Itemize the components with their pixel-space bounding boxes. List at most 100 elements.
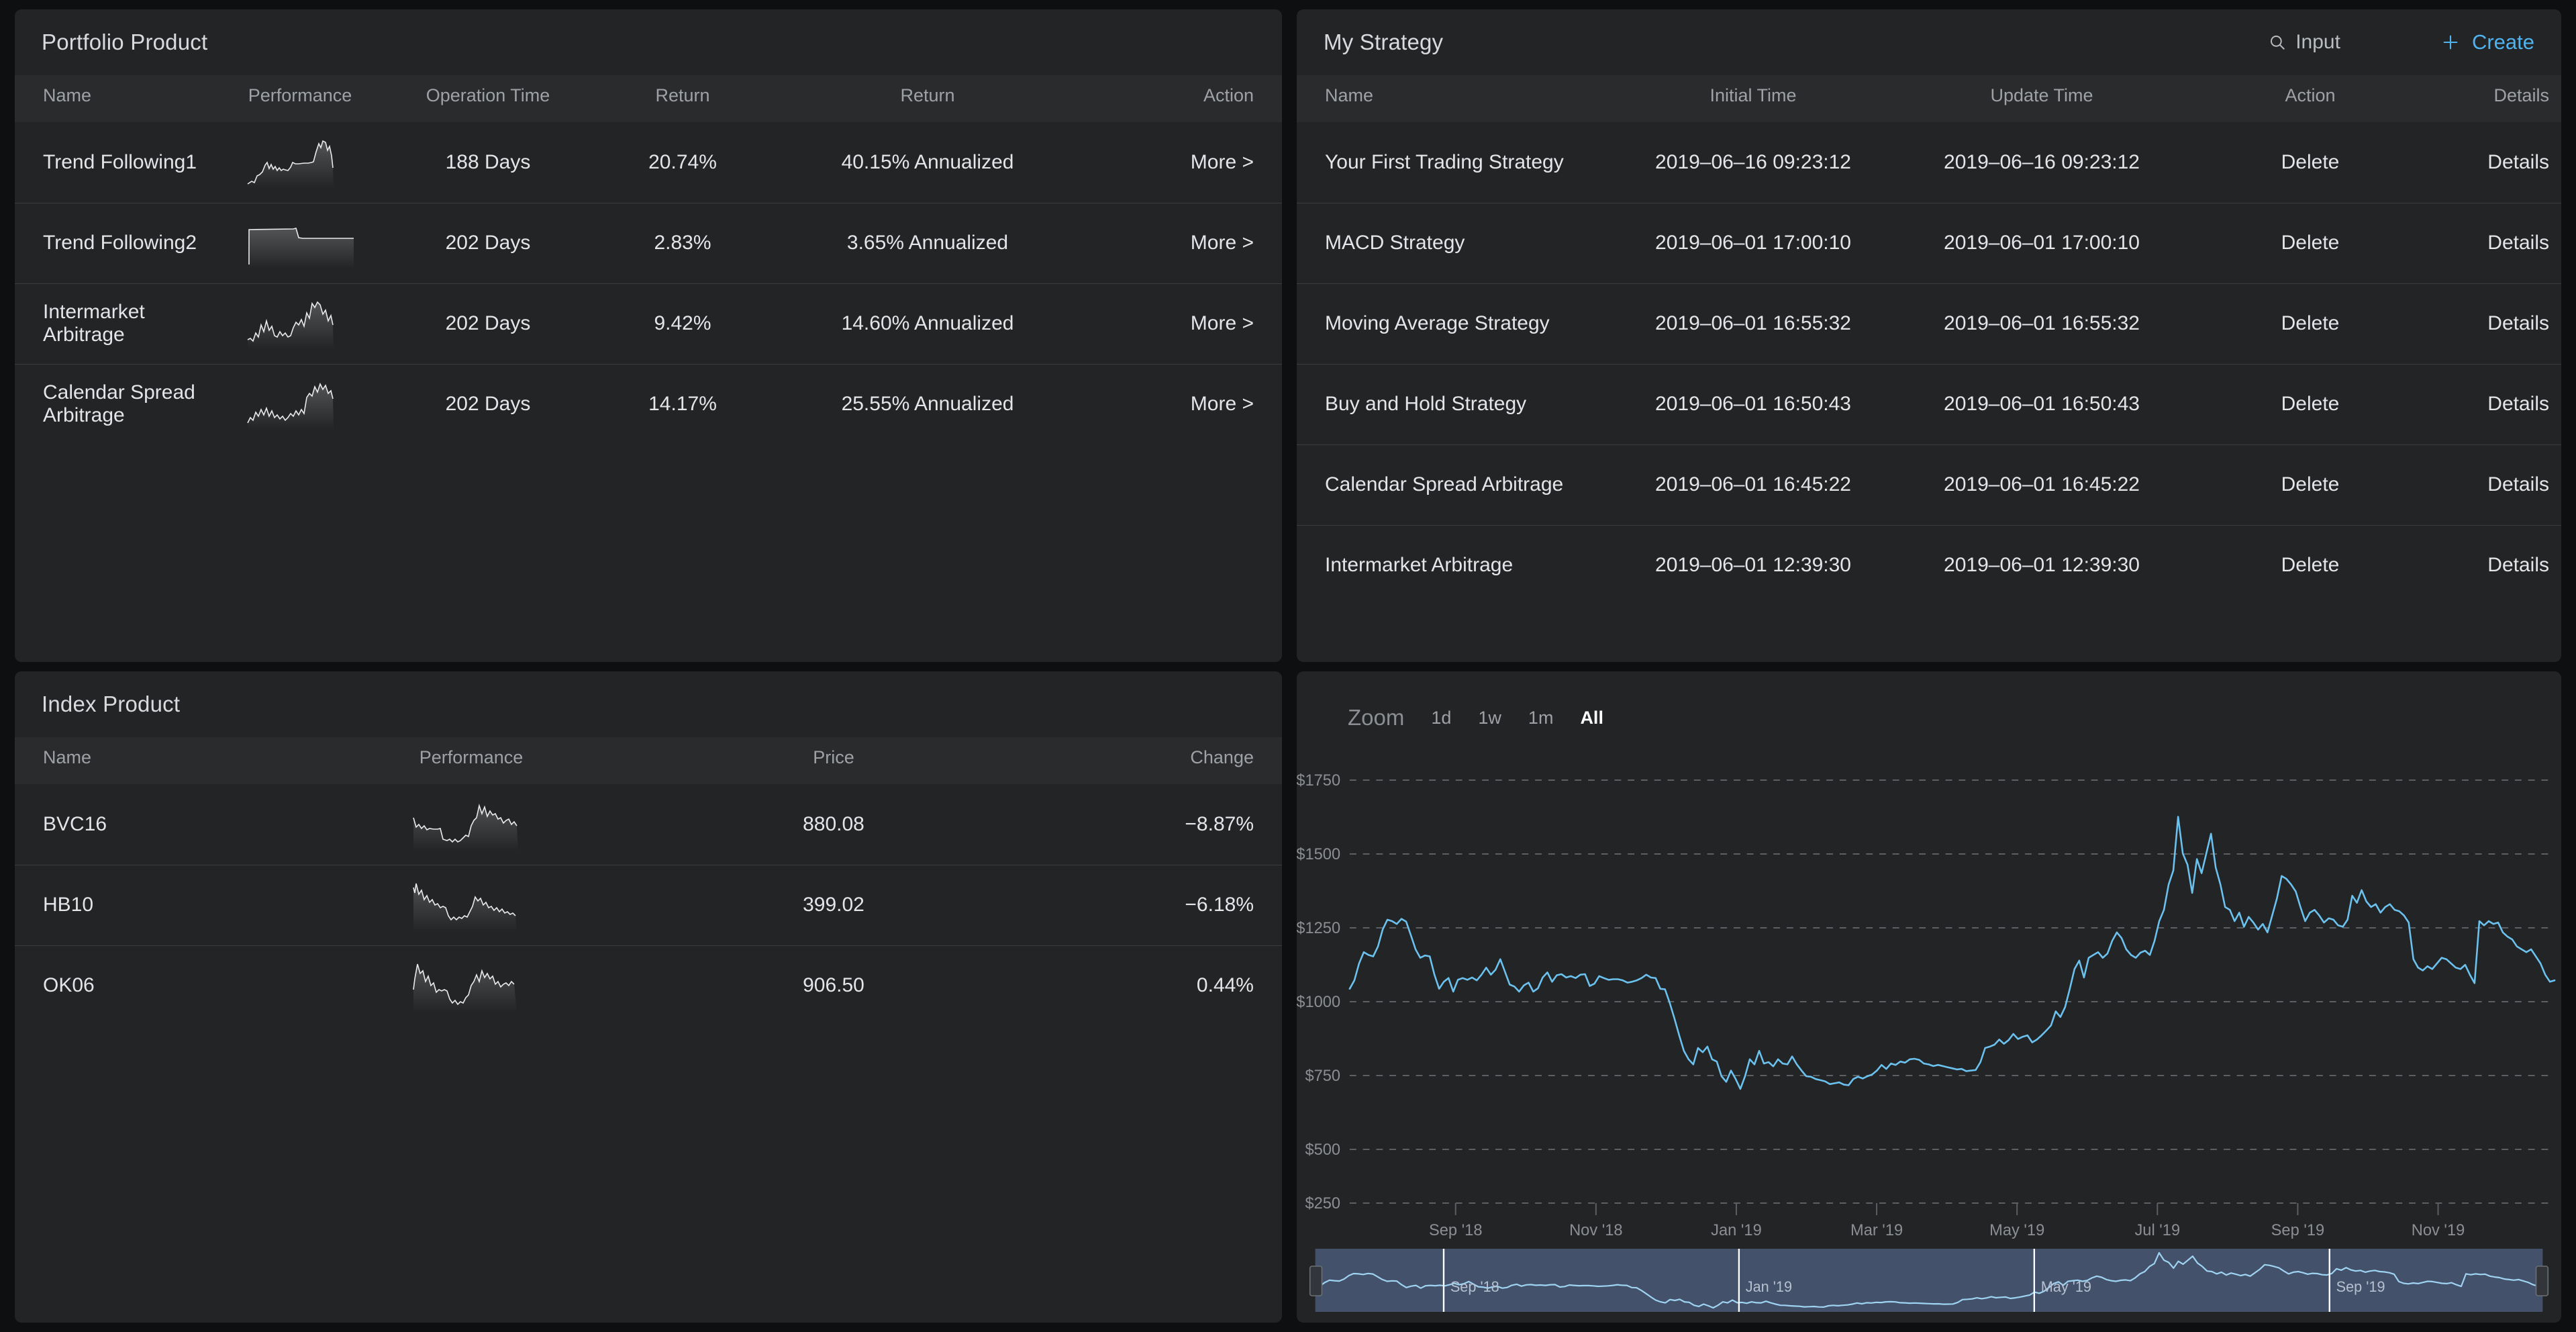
portfolio-return: 20.74%	[648, 150, 717, 173]
strategy-delete-link[interactable]: Delete	[2189, 122, 2431, 203]
portfolio-table-header: Name Performance Operation Time Return R…	[15, 75, 1282, 122]
portfolio-panel-header: Portfolio Product	[15, 9, 1282, 75]
portfolio-more-link[interactable]: More >	[1082, 202, 1282, 283]
table-row[interactable]: Intermarket Arbitrage 202 Days 9.42% 14.…	[15, 283, 1282, 364]
col-change: Change	[1008, 737, 1282, 784]
dashboard-root: Portfolio Product Name Performance Opera…	[0, 0, 2576, 1332]
table-row[interactable]: Trend Following1 188 Days 20.74% 40.15% …	[15, 122, 1282, 203]
portfolio-sparkline-cell	[216, 363, 384, 444]
search-placeholder: Input	[2295, 31, 2340, 53]
chart-zoom-toolbar: Zoom 1d 1w 1m All	[1297, 671, 2561, 733]
table-row[interactable]: Trend Following2 202 Days 2.83% 3.65% An…	[15, 202, 1282, 283]
strategy-update-time: 2019–06–01 16:55:32	[1894, 283, 2189, 364]
strategy-delete-link[interactable]: Delete	[2189, 202, 2431, 283]
portfolio-more-link[interactable]: More >	[1082, 283, 1282, 364]
strategy-delete-link[interactable]: Delete	[2189, 444, 2431, 525]
portfolio-annualized: 14.60% Annualized	[773, 283, 1082, 364]
ytick-1500: $1500	[1297, 845, 1340, 863]
portfolio-sparkline-cell	[216, 202, 384, 283]
strategy-delete-link[interactable]: Delete	[2189, 363, 2431, 444]
zoom-option-1m[interactable]: 1m	[1528, 708, 1554, 728]
strategy-details-link[interactable]: Details	[2431, 524, 2561, 606]
strategy-delete-link[interactable]: Delete	[2189, 524, 2431, 606]
index-table-body: BVC16 880.08 −8.87% HB10 399.02 −6.18% O…	[15, 784, 1282, 1026]
table-row[interactable]: MACD Strategy 2019–06–01 17:00:10 2019–0…	[1297, 202, 2561, 283]
index-price: 880.08	[803, 812, 864, 835]
strategy-details-link[interactable]: Details	[2431, 122, 2561, 203]
strategy-initial-time: 2019–06–16 09:23:12	[1655, 150, 1851, 173]
portfolio-return: 2.83%	[592, 202, 773, 283]
chart-range-navigator[interactable]: Sep '18 Jan '19 May '19 Sep '19	[1297, 1243, 2561, 1323]
table-row[interactable]: BVC16 880.08 −8.87%	[15, 784, 1282, 865]
strategy-delete-link[interactable]: Delete	[2189, 283, 2431, 364]
navigator-handle-right[interactable]	[2535, 1266, 2549, 1296]
table-row[interactable]: OK06 906.50 0.44%	[15, 945, 1282, 1026]
table-row[interactable]: Moving Average Strategy 2019–06–01 16:55…	[1297, 283, 2561, 364]
portfolio-more-link[interactable]: More >	[1082, 363, 1282, 444]
index-name: HB10	[15, 864, 283, 945]
portfolio-more-link[interactable]: More >	[1082, 122, 1282, 203]
strategy-name: Moving Average Strategy	[1297, 283, 1612, 364]
strategy-details-link[interactable]: Details	[2431, 444, 2561, 525]
search-input[interactable]: Input	[2269, 31, 2340, 54]
chart-series-line	[1348, 816, 2556, 1090]
sparkline-chart	[248, 228, 354, 269]
chart-plot-area[interactable]: $1750 $1500 $1250 $1000 $750 $500 $250 S…	[1297, 733, 2561, 1243]
portfolio-sparkline-cell	[216, 122, 384, 203]
table-row[interactable]: Calendar Spread Arbitrage 202 Days 14.17…	[15, 363, 1282, 444]
strategy-name: MACD Strategy	[1297, 202, 1612, 283]
strategy-name: Your First Trading Strategy	[1325, 150, 1564, 173]
col-operation-time: Operation Time	[384, 75, 592, 122]
sparkline-chart	[413, 964, 517, 1013]
strategy-update-time: 2019–06–01 12:39:30	[1894, 524, 2189, 606]
navigator-handle-left[interactable]	[1309, 1266, 1323, 1296]
table-header-row: Name Initial Time Update Time Action Det…	[1297, 75, 2561, 122]
bottom-row: Index Product Name Performance Price Cha…	[0, 671, 2576, 1323]
index-name: BVC16	[43, 812, 107, 835]
sparkline-wrapper	[216, 218, 384, 269]
index-sparkline-cell	[283, 784, 659, 865]
index-name: OK06	[15, 945, 283, 1026]
strategy-update-time: 2019–06–01 17:00:10	[1894, 202, 2189, 283]
portfolio-name: Calendar Spread Arbitrage	[15, 363, 216, 444]
strategy-details-link[interactable]: Details	[2431, 363, 2561, 444]
chart-x-ticks	[1454, 1203, 2439, 1215]
create-strategy-button[interactable]: Create	[2441, 30, 2534, 54]
portfolio-annualized: 25.55% Annualized	[773, 363, 1082, 444]
sparkline-chart	[413, 803, 518, 851]
portfolio-annualized: 3.65% Annualized	[773, 202, 1082, 283]
sparkline-wrapper	[283, 959, 659, 1013]
xtick-5: Jul '19	[2134, 1221, 2180, 1239]
strategy-details-link[interactable]: Details	[2431, 202, 2561, 283]
table-row[interactable]: Buy and Hold Strategy 2019–06–01 16:50:4…	[1297, 363, 2561, 444]
sparkline-chart	[247, 301, 334, 349]
ytick-1750: $1750	[1297, 771, 1340, 790]
strategy-details-link[interactable]: Details	[2431, 283, 2561, 364]
col-return: Return	[592, 75, 773, 122]
page-title-index: Index Product	[42, 692, 181, 716]
index-panel-header: Index Product	[15, 671, 1282, 737]
table-row[interactable]: HB10 399.02 −6.18%	[15, 864, 1282, 945]
xtick-6: Sep '19	[2271, 1221, 2325, 1239]
portfolio-annualized: 40.15% Annualized	[841, 150, 1014, 173]
zoom-option-1d[interactable]: 1d	[1431, 708, 1451, 728]
ytick-750: $750	[1305, 1067, 1340, 1085]
xtick-7: Nov '19	[2412, 1221, 2465, 1239]
plus-icon	[2443, 35, 2458, 50]
portfolio-name: Intermarket Arbitrage	[15, 283, 216, 364]
col-name: Name	[15, 75, 216, 122]
strategy-table-body: Your First Trading Strategy 2019–06–16 0…	[1297, 122, 2561, 606]
zoom-option-all[interactable]: All	[1580, 708, 1603, 728]
table-row[interactable]: Intermarket Arbitrage 2019–06–01 12:39:3…	[1297, 524, 2561, 606]
col-initial-time: Initial Time	[1612, 75, 1894, 122]
zoom-option-1w[interactable]: 1w	[1478, 708, 1501, 728]
price-chart-panel: Zoom 1d 1w 1m All $1750 $1500 $1250 $100…	[1297, 671, 2561, 1323]
table-row[interactable]: Your First Trading Strategy 2019–06–16 0…	[1297, 122, 2561, 203]
table-row[interactable]: Calendar Spread Arbitrage 2019–06–01 16:…	[1297, 444, 2561, 525]
index-sparkline-cell	[283, 864, 659, 945]
xtick-1: Nov '18	[1569, 1221, 1623, 1239]
index-change: −6.18%	[1008, 864, 1282, 945]
page-title-strategy: My Strategy	[1324, 30, 1444, 54]
index-table: Name Performance Price Change BVC16 880.…	[15, 737, 1282, 1026]
strategy-name: Calendar Spread Arbitrage	[1297, 444, 1612, 525]
